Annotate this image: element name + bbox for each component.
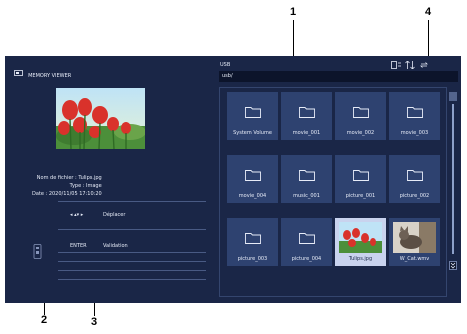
folder-tile[interactable]: movie_002: [335, 92, 386, 140]
folder-icon: [231, 96, 274, 127]
folder-icon: [393, 159, 436, 190]
folder-icon: [231, 222, 274, 253]
tile-label: Tulips.jpg: [348, 256, 373, 262]
thumbnail-view-icon[interactable]: [391, 61, 401, 69]
path-bar: usb/: [219, 71, 458, 82]
toolbar: [391, 61, 429, 69]
file-date-text: Date : 2020/11/05 17:10:20: [32, 191, 102, 197]
divider: [58, 229, 206, 230]
enter-key-label: ENTER: [70, 243, 87, 249]
file-name-text: Nom de fichier : Tulips.jpg: [36, 175, 102, 181]
folder-icon: [393, 96, 436, 127]
callout-number: 1: [290, 6, 297, 18]
move-arrows-icon: ◂ ▴▾ ▸: [70, 212, 84, 218]
video-thumbnail: [393, 222, 436, 253]
folder-icon: [285, 222, 328, 253]
path-text: usb/: [222, 73, 233, 79]
file-type-text: Type : Image: [69, 183, 102, 189]
tile-label: movie_003: [400, 130, 429, 136]
folder-icon: [339, 159, 382, 190]
enter-hint-label: Validation: [103, 243, 128, 249]
callout-number: 2: [41, 314, 48, 326]
folder-tile[interactable]: picture_001: [335, 155, 386, 203]
tile-label: W_Cat.wmv: [399, 256, 430, 262]
tile-label: picture_001: [345, 193, 376, 199]
callout-number: 4: [425, 6, 432, 18]
remote-control-icon: [33, 244, 42, 259]
folder-tile[interactable]: movie_004: [227, 155, 278, 203]
memory-card-icon: [14, 69, 23, 76]
repeat-icon[interactable]: [419, 61, 429, 69]
tile-label: movie_002: [346, 130, 375, 136]
file-info: Nom de fichier : Tulips.jpg Type : Image…: [32, 174, 102, 198]
tile-label: picture_004: [291, 256, 322, 262]
folder-tile[interactable]: picture_003: [227, 218, 278, 266]
image-thumbnail: [339, 222, 382, 253]
folder-tile[interactable]: picture_002: [389, 155, 440, 203]
scrollbar[interactable]: [449, 92, 457, 282]
tile-label: movie_001: [292, 130, 321, 136]
source-label: USB: [220, 62, 231, 68]
chevron-double-down-icon: [450, 262, 456, 269]
folder-tile[interactable]: music_001: [281, 155, 332, 203]
sort-icon[interactable]: [405, 61, 415, 69]
divider: [58, 261, 206, 262]
video-tile[interactable]: W_Cat.wmv: [389, 218, 440, 266]
folder-tile[interactable]: movie_003: [389, 92, 440, 140]
tile-label: music_001: [293, 193, 320, 199]
image-tile-selected[interactable]: Tulips.jpg: [335, 218, 386, 266]
folder-icon: [339, 96, 382, 127]
preview-image: [56, 88, 145, 149]
app-title: MEMORY VIEWER: [28, 73, 72, 79]
folder-icon: [231, 159, 274, 190]
divider: [58, 270, 206, 271]
divider: [58, 279, 206, 280]
tile-label: picture_003: [237, 256, 268, 262]
app-header: MEMORY VIEWER: [14, 62, 71, 81]
scroll-up-button[interactable]: [449, 92, 457, 101]
divider: [58, 201, 206, 202]
scroll-track[interactable]: [452, 104, 454, 254]
folder-tile[interactable]: movie_001: [281, 92, 332, 140]
tile-label: movie_004: [238, 193, 267, 199]
folder-icon: [285, 159, 328, 190]
tile-label: System Volume: [233, 130, 272, 136]
divider: [58, 252, 206, 253]
move-hint-label: Déplacer: [103, 212, 126, 218]
folder-tile[interactable]: picture_004: [281, 218, 332, 266]
folder-tile[interactable]: System Volume: [227, 92, 278, 140]
scroll-down-button[interactable]: [449, 261, 457, 270]
folder-icon: [285, 96, 328, 127]
callout-number: 3: [91, 316, 98, 328]
tile-label: picture_002: [399, 193, 430, 199]
